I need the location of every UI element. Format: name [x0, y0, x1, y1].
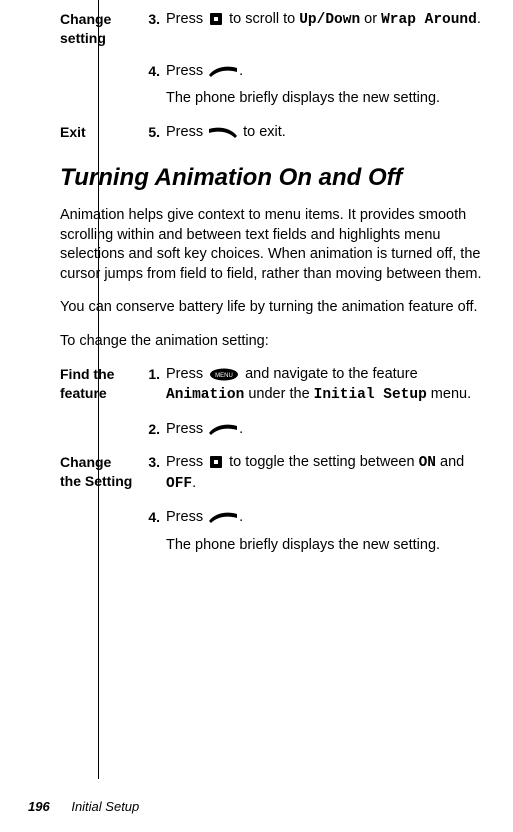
step-row: Change setting 3. Press to scroll to Up/… — [60, 10, 495, 48]
content-area: Change setting 3. Press to scroll to Up/… — [60, 10, 495, 555]
step-body: Press . The phone briefly displays the n… — [166, 508, 495, 555]
text: and — [436, 454, 464, 470]
page-footer: 196 Initial Setup — [28, 799, 139, 814]
row-label: Exit — [60, 123, 140, 142]
nav-key-icon — [209, 12, 223, 26]
step-row: Change the Setting 3. Press to toggle th… — [60, 453, 495, 494]
text: and navigate to the feature — [241, 366, 418, 382]
step-number: 3. — [140, 10, 166, 29]
mono-text: OFF — [166, 476, 192, 492]
text: . — [192, 475, 196, 491]
svg-text:MENU: MENU — [215, 373, 233, 379]
step-body: Press to exit. — [166, 123, 495, 143]
step-row: Exit 5. Press to exit. — [60, 123, 495, 143]
follow-text: The phone briefly displays the new setti… — [166, 89, 495, 109]
nav-key-icon — [209, 455, 223, 469]
step-body: Press MENU and navigate to the feature A… — [166, 365, 495, 405]
menu-key-icon: MENU — [209, 368, 239, 381]
step-number: 1. — [140, 365, 166, 384]
footer-title: Initial Setup — [71, 799, 139, 814]
text: . — [239, 421, 243, 437]
softkey-right-icon — [209, 65, 237, 77]
page-number: 196 — [28, 799, 50, 814]
text: . — [239, 63, 243, 79]
step-number: 5. — [140, 123, 166, 142]
mono-text: Animation — [166, 387, 244, 403]
step-body: Press . The phone briefly displays the n… — [166, 62, 495, 109]
text: Press — [166, 509, 207, 525]
mono-text: Up/Down — [299, 12, 360, 28]
text: Press — [166, 454, 207, 470]
step-number: 4. — [140, 508, 166, 527]
softkey-right-icon — [209, 423, 237, 435]
mono-text: Wrap Around — [381, 12, 477, 28]
text: to scroll to — [225, 11, 299, 27]
text: to exit. — [239, 124, 286, 140]
text: Press — [166, 366, 207, 382]
text: Press — [166, 124, 207, 140]
text: . — [239, 509, 243, 525]
row-label: Change setting — [60, 10, 140, 48]
paragraph: Animation helps give context to menu ite… — [60, 206, 495, 284]
paragraph: To change the animation setting: — [60, 332, 495, 352]
paragraph: You can conserve battery life by turning… — [60, 298, 495, 318]
step-number: 3. — [140, 453, 166, 472]
softkey-right-icon — [209, 511, 237, 523]
text: to toggle the setting between — [225, 454, 418, 470]
softkey-left-icon — [209, 126, 237, 138]
text: Press — [166, 11, 207, 27]
step-row: 4. Press . The phone briefly displays th… — [60, 62, 495, 109]
row-label: Change the Setting — [60, 453, 140, 491]
text: or — [360, 11, 381, 27]
mono-text: ON — [419, 455, 436, 471]
text: Press — [166, 63, 207, 79]
text: menu. — [427, 386, 471, 402]
section-heading: Turning Animation On and Off — [60, 164, 495, 192]
text: Press — [166, 421, 207, 437]
step-number: 2. — [140, 420, 166, 439]
step-number: 4. — [140, 62, 166, 81]
text: . — [477, 11, 481, 27]
step-row: Find the feature 1. Press MENU and navig… — [60, 365, 495, 405]
step-body: Press to toggle the setting between ON a… — [166, 453, 495, 494]
page: Change setting 3. Press to scroll to Up/… — [0, 0, 513, 832]
text: under the — [244, 386, 313, 402]
step-row: 4. Press . The phone briefly displays th… — [60, 508, 495, 555]
step-body: Press . — [166, 420, 495, 440]
step-row: 2. Press . — [60, 420, 495, 440]
mono-text: Initial Setup — [314, 387, 427, 403]
follow-text: The phone briefly displays the new setti… — [166, 536, 495, 556]
row-label: Find the feature — [60, 365, 140, 403]
step-body: Press to scroll to Up/Down or Wrap Aroun… — [166, 10, 495, 31]
